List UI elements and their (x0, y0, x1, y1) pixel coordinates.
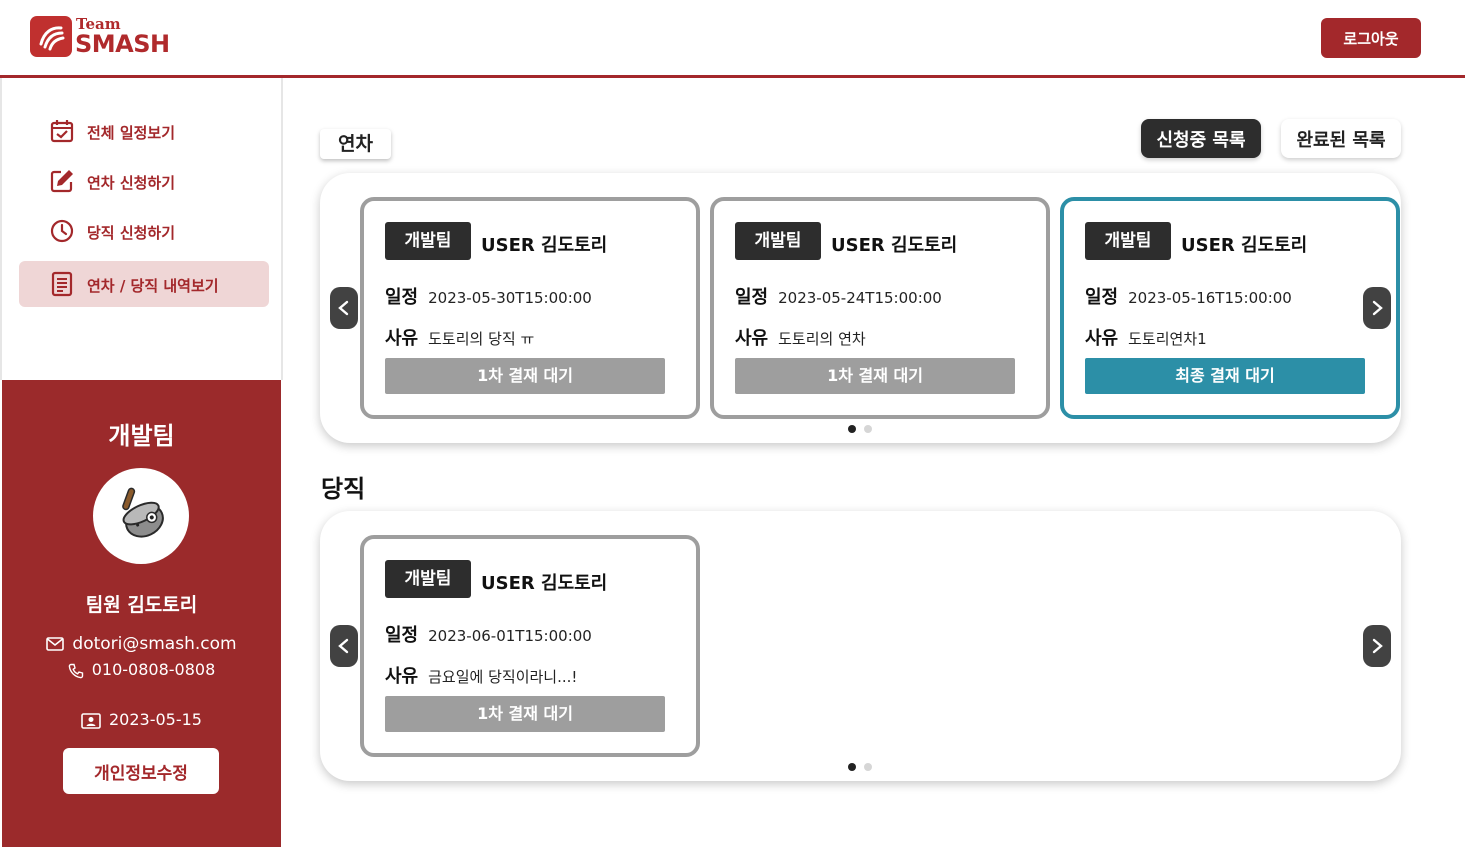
card-user-name: USER 김도토리 (481, 235, 608, 256)
card-status-badge: 최종 결재 대기 (1085, 358, 1365, 394)
logout-button[interactable]: 로그아웃 (1321, 18, 1421, 58)
carousel-next-button[interactable] (1363, 625, 1391, 667)
card-schedule: 일정 2023-06-01T15:00:00 (385, 625, 592, 646)
edit-icon (50, 170, 73, 193)
logo-mark-icon (30, 16, 72, 57)
leave-section-tab[interactable]: 연차 (320, 129, 391, 159)
chevron-left-icon (338, 638, 349, 654)
sidebar-item-label: 연차 신청하기 (87, 174, 176, 192)
card-user-name: USER 김도토리 (1181, 235, 1308, 256)
sidebar-item-history[interactable]: 연차 / 당직 내역보기 (19, 261, 269, 307)
calendar-check-icon (50, 120, 74, 143)
document-list-icon (51, 271, 73, 297)
sidebar-item-label: 연차 / 당직 내역보기 (87, 277, 219, 295)
sidebar-item-all-schedule[interactable]: 전체 일정보기 (19, 108, 269, 154)
profile-email: dotori@smash.com (72, 634, 237, 654)
card-team-badge: 개발팀 (385, 222, 471, 260)
carousel-pagination (848, 763, 872, 771)
card-reason: 사유 금요일에 당직이라니...! (385, 666, 578, 687)
logo-smash-text: SMASH (75, 30, 170, 58)
card-status-badge: 1차 결재 대기 (735, 358, 1015, 394)
profile-email-row: dotori@smash.com (2, 634, 281, 654)
card-reason: 사유 도토리의 연차 (735, 328, 866, 349)
profile-phone-row: 010-0808-0808 (2, 660, 281, 679)
leave-card[interactable]: 개발팀 USER 김도토리 일정 2023-05-30T15:00:00 사유 도토… (360, 197, 700, 419)
sidebar-item-leave-request[interactable]: 연차 신청하기 (19, 158, 269, 204)
profile-name: 팀원 김도토리 (85, 594, 198, 616)
card-team-badge: 개발팀 (735, 222, 821, 260)
card-status-badge: 1차 결재 대기 (385, 358, 665, 394)
carousel-prev-button[interactable] (330, 625, 358, 667)
pending-list-button[interactable]: 신청중 목록 (1141, 119, 1261, 158)
card-status-badge: 1차 결재 대기 (385, 696, 665, 732)
completed-list-button[interactable]: 완료된 목록 (1281, 119, 1401, 158)
sidebar-item-label: 전체 일정보기 (87, 124, 176, 142)
duty-carousel: 개발팀 USER 김도토리 일정 2023-06-01T15:00:00 사유 금요… (320, 511, 1401, 781)
chevron-left-icon (338, 300, 349, 316)
leave-card[interactable]: 개발팀 USER 김도토리 일정 2023-05-24T15:00:00 사유 도토… (710, 197, 1050, 419)
pagination-dot[interactable] (848, 763, 856, 771)
pagination-dot[interactable] (864, 763, 872, 771)
acorn-mascot-icon (122, 487, 164, 538)
card-schedule: 일정 2023-05-24T15:00:00 (735, 287, 942, 308)
sidebar-item-label: 당직 신청하기 (87, 224, 176, 242)
card-user-name: USER 김도토리 (481, 573, 608, 594)
card-reason: 사유 도토리연차1 (1085, 328, 1207, 349)
sidebar-item-duty-request[interactable]: 당직 신청하기 (19, 208, 269, 254)
sidebar: 전체 일정보기 연차 신청하기 당직 신청하기 연차 / 당직 내역보기 개발팀… (0, 78, 283, 847)
carousel-pagination (848, 425, 872, 433)
chevron-right-icon (1372, 638, 1383, 654)
card-schedule: 일정 2023-05-16T15:00:00 (1085, 287, 1292, 308)
avatar (93, 468, 189, 564)
profile-join-date-row: 2023-05-15 (2, 710, 281, 729)
team-smash-logo[interactable]: Team SMASH (30, 15, 170, 59)
mail-icon (46, 637, 65, 651)
card-user-name: USER 김도토리 (831, 235, 958, 256)
leave-carousel: 개발팀 USER 김도토리 일정 2023-05-30T15:00:00 사유 도토… (320, 173, 1401, 443)
carousel-next-button[interactable] (1363, 287, 1391, 329)
card-team-badge: 개발팀 (1085, 222, 1171, 260)
pagination-dot[interactable] (864, 425, 872, 433)
leave-card[interactable]: 개발팀 USER 김도토리 일정 2023-05-16T15:00:00 사유 도토… (1060, 197, 1400, 419)
sidebar-menu: 전체 일정보기 연차 신청하기 당직 신청하기 연차 / 당직 내역보기 (0, 78, 283, 380)
duty-card[interactable]: 개발팀 USER 김도토리 일정 2023-06-01T15:00:00 사유 금요… (360, 535, 700, 757)
profile-panel: 개발팀 팀원 김도토리 dotori@smash.com 010-0808-08… (2, 380, 281, 847)
carousel-prev-button[interactable] (330, 287, 358, 329)
pagination-dot[interactable] (848, 425, 856, 433)
card-team-badge: 개발팀 (385, 560, 471, 598)
id-card-icon (81, 712, 101, 729)
edit-profile-button[interactable]: 개인정보수정 (63, 748, 219, 794)
clock-icon (50, 219, 74, 243)
profile-join-date: 2023-05-15 (109, 710, 202, 729)
top-header: Team SMASH 로그아웃 (0, 0, 1465, 78)
card-reason: 사유 도토리의 당직 ㅠ (385, 328, 535, 349)
card-schedule: 일정 2023-05-30T15:00:00 (385, 287, 592, 308)
duty-section-heading: 당직 (321, 475, 366, 503)
profile-phone: 010-0808-0808 (91, 660, 216, 679)
profile-team: 개발팀 (108, 422, 175, 450)
chevron-right-icon (1372, 300, 1383, 316)
phone-icon (68, 663, 83, 678)
